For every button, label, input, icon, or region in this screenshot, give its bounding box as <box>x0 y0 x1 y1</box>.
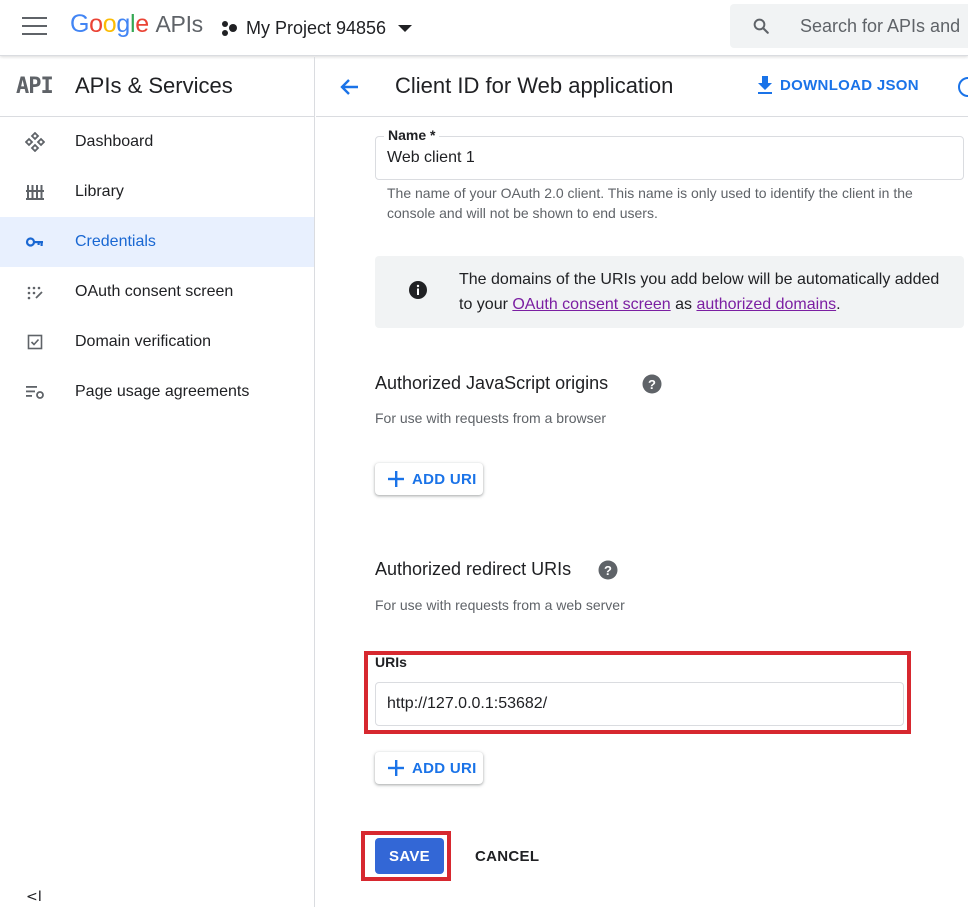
help-icon[interactable]: ? <box>642 374 662 394</box>
logo-letter: G <box>70 10 90 38</box>
add-uri-label: ADD URI <box>412 470 477 488</box>
name-field[interactable]: Name * <box>375 127 964 180</box>
api-logo: API <box>16 74 54 99</box>
google-apis-logo[interactable]: Google APIs <box>70 10 203 39</box>
uris-label: URIs <box>375 654 407 670</box>
sidebar-item-label: Library <box>75 183 124 200</box>
settings-list-icon <box>26 386 44 399</box>
info-text: The domains of the URIs you add below wi… <box>459 267 949 317</box>
redirect-uri-field[interactable] <box>375 682 904 726</box>
help-icon[interactable]: ? <box>598 560 618 580</box>
sidebar: API APIs & Services Dashboard Library Cr… <box>0 57 315 907</box>
top-bar: Google APIs My Project 94856 <box>0 0 968 56</box>
refresh-icon[interactable] <box>958 77 968 97</box>
page-title: Client ID for Web application <box>395 73 674 98</box>
library-icon <box>26 185 44 200</box>
download-json-label: DOWNLOAD JSON <box>780 76 919 94</box>
logo-letter: e <box>135 10 149 38</box>
back-arrow-icon[interactable] <box>338 75 362 99</box>
add-uri-label: ADD URI <box>412 759 477 777</box>
info-banner: The domains of the URIs you add below wi… <box>375 256 964 328</box>
js-origins-title: Authorized JavaScript origins <box>375 373 609 393</box>
sidebar-item-label: Dashboard <box>75 133 154 150</box>
chevron-down-icon <box>398 24 413 32</box>
redirect-uris-title: Authorized redirect URIs <box>375 559 572 579</box>
svg-text:?: ? <box>604 563 612 578</box>
search-icon[interactable] <box>752 17 770 35</box>
project-selector[interactable]: My Project 94856 <box>220 14 413 42</box>
info-text-suffix: . <box>836 296 841 313</box>
cancel-button[interactable]: CANCEL <box>463 838 551 874</box>
sidebar-item-library[interactable]: Library <box>0 167 314 217</box>
project-name: My Project 94856 <box>246 17 387 38</box>
authorized-domains-link[interactable]: authorized domains <box>696 296 836 313</box>
sidebar-item-oauth-consent[interactable]: OAuth consent screen <box>0 267 314 317</box>
consent-icon <box>27 286 43 300</box>
js-origins-subtitle: For use with requests from a browser <box>375 410 607 426</box>
dashboard-icon <box>25 132 45 152</box>
sidebar-title: APIs & Services <box>75 73 233 98</box>
sidebar-item-label: OAuth consent screen <box>75 283 234 300</box>
key-icon <box>25 237 43 247</box>
sidebar-item-domain-verification[interactable]: Domain verification <box>0 317 314 367</box>
logo-letter: o <box>102 10 117 38</box>
logo-suffix: APIs <box>155 11 204 37</box>
sidebar-item-label: Page usage agreements <box>75 383 250 400</box>
search-bar[interactable] <box>730 4 968 48</box>
main-content: Name * The name of your OAuth 2.0 client… <box>316 118 968 907</box>
sidebar-item-dashboard[interactable]: Dashboard <box>0 117 314 167</box>
menu-icon[interactable] <box>22 17 47 37</box>
sidebar-item-label: Credentials <box>75 233 156 250</box>
redirect-uris-subtitle: For use with requests from a web server <box>375 597 625 613</box>
plus-icon <box>388 760 404 776</box>
save-button[interactable]: SAVE <box>375 838 444 874</box>
svg-text:?: ? <box>648 377 656 392</box>
sidebar-item-label: Domain verification <box>75 333 212 350</box>
download-icon <box>758 76 772 94</box>
sidebar-item-page-usage[interactable]: Page usage agreements <box>0 367 314 417</box>
info-text-mid: as <box>670 296 697 313</box>
project-icon <box>220 19 238 37</box>
download-json-button[interactable]: DOWNLOAD JSON <box>756 75 919 95</box>
name-helper-text: The name of your OAuth 2.0 client. This … <box>387 185 913 221</box>
add-redirect-uri-button[interactable]: ADD URI <box>375 752 483 784</box>
name-input[interactable] <box>387 137 947 179</box>
logo-letter: o <box>89 10 103 38</box>
oauth-consent-link[interactable]: OAuth consent screen <box>512 296 670 313</box>
logo-letter: g <box>116 10 130 38</box>
collapse-sidebar-icon[interactable]: <I <box>26 889 42 905</box>
sidebar-item-credentials[interactable]: Credentials <box>0 217 314 267</box>
search-input[interactable] <box>800 4 968 48</box>
checkbox-icon <box>27 334 43 350</box>
sidebar-header: API APIs & Services <box>0 57 314 117</box>
plus-icon <box>388 471 404 487</box>
page-header: Client ID for Web application DOWNLOAD J… <box>316 57 968 117</box>
redirect-uri-input[interactable] <box>387 683 887 725</box>
add-js-origin-uri-button[interactable]: ADD URI <box>375 463 483 495</box>
info-icon <box>409 281 427 299</box>
